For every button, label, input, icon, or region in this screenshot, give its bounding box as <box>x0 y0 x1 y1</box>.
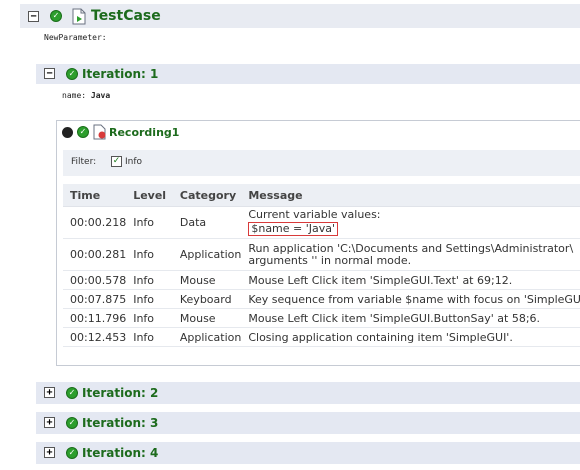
log-table: Time Level Category Message 00:00.218 In… <box>63 184 580 347</box>
cell-time: 00:07.875 <box>63 289 127 309</box>
col-category-header[interactable]: Category <box>172 184 242 207</box>
testcase-document-icon <box>72 8 86 25</box>
testcase-collapse-toggle[interactable]: − <box>28 11 39 22</box>
iteration-3-title: Iteration: 3 <box>82 416 159 430</box>
cell-message: Run application 'C:\Documents and Settin… <box>241 238 580 271</box>
cell-time: 00:12.453 <box>63 327 127 347</box>
cell-category: Keyboard <box>172 289 242 309</box>
recording-title: Recording1 <box>109 126 180 139</box>
cell-message: Current variable values: $name = 'Java' <box>241 206 580 239</box>
cell-level: Info <box>126 206 173 239</box>
filter-bar: Filter: ✓ Info <box>63 150 580 176</box>
cell-level: Info <box>126 308 173 328</box>
iteration-4-title: Iteration: 4 <box>82 446 159 460</box>
cell-level: Info <box>126 327 173 347</box>
cell-category: Application <box>172 238 242 271</box>
message-line: arguments '' in normal mode. <box>248 253 412 267</box>
iteration-4-pass-icon: ✓ <box>66 447 78 459</box>
variable-value-highlight: $name = 'Java' <box>248 222 339 236</box>
table-row: 00:00.218 Info Data Current variable val… <box>63 206 580 239</box>
iteration-1-param-value: Java <box>90 91 111 100</box>
cell-time: 00:00.578 <box>63 270 127 290</box>
cell-message: Mouse Left Click item 'SimpleGUI.ButtonS… <box>241 308 580 328</box>
table-row: 00:00.578 Info Mouse Mouse Left Click it… <box>63 270 580 290</box>
cell-message: Closing application containing item 'Sim… <box>241 327 580 347</box>
iteration-2-pass-icon: ✓ <box>66 387 78 399</box>
testcase-title: TestCase <box>91 8 161 24</box>
cell-category: Application <box>172 327 242 347</box>
recording-panel: ✓ Recording1 Filter: ✓ Info Time Level C… <box>56 120 580 366</box>
recording-document-icon <box>93 124 106 140</box>
log-header-row: Time Level Category Message <box>63 184 580 207</box>
col-time-header[interactable]: Time <box>63 184 127 207</box>
cell-level: Info <box>126 238 173 271</box>
iteration-1-parameter: name: Java <box>62 91 110 100</box>
recording-header: ✓ Recording1 <box>57 121 580 143</box>
table-row: 00:12.453 Info Application Closing appli… <box>63 327 580 347</box>
testcase-parameter-label: NewParameter: <box>44 33 107 42</box>
filter-label: Filter: <box>71 157 97 167</box>
col-message-header[interactable]: Message <box>241 184 580 207</box>
cell-level: Info <box>126 289 173 309</box>
message-line: Run application 'C:\Documents and Settin… <box>248 241 574 255</box>
iteration-4-expand-toggle[interactable]: + <box>44 447 55 458</box>
iteration-1-pass-icon: ✓ <box>66 68 78 80</box>
cell-message: Key sequence from variable $name with fo… <box>241 289 580 309</box>
iteration-2-title: Iteration: 2 <box>82 386 159 400</box>
cell-category: Mouse <box>172 270 242 290</box>
cell-time: 00:00.281 <box>63 238 127 271</box>
cell-category: Data <box>172 206 242 239</box>
recording-pass-icon: ✓ <box>77 126 89 138</box>
cell-message: Mouse Left Click item 'SimpleGUI.Text' a… <box>241 270 580 290</box>
iteration-3-pass-icon: ✓ <box>66 417 78 429</box>
cell-level: Info <box>126 270 173 290</box>
cell-category: Mouse <box>172 308 242 328</box>
col-level-header[interactable]: Level <box>126 184 173 207</box>
filter-info-label: Info <box>125 157 143 167</box>
iteration-3-expand-toggle[interactable]: + <box>44 417 55 428</box>
cell-time: 00:00.218 <box>63 206 127 239</box>
iteration-1-param-label: name: <box>62 91 87 100</box>
table-row: 00:07.875 Info Keyboard Key sequence fro… <box>63 289 580 309</box>
iteration-2-expand-toggle[interactable]: + <box>44 387 55 398</box>
recording-collapse-toggle[interactable] <box>62 127 73 138</box>
iteration-1-collapse-toggle[interactable]: − <box>44 68 55 79</box>
table-row: 00:00.281 Info Application Run applicati… <box>63 238 580 271</box>
testcase-pass-icon: ✓ <box>50 10 62 22</box>
message-line: Current variable values: <box>248 208 381 221</box>
table-row: 00:11.796 Info Mouse Mouse Left Click it… <box>63 308 580 328</box>
iteration-1-title: Iteration: 1 <box>82 67 159 81</box>
cell-time: 00:11.796 <box>63 308 127 328</box>
filter-info-checkbox[interactable]: ✓ <box>111 156 122 167</box>
